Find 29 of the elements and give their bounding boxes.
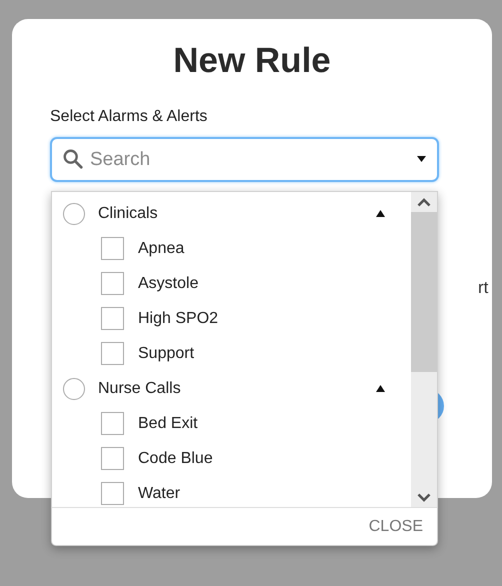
collapse-caret-icon[interactable] [376, 385, 385, 392]
dialog-title: New Rule [172, 41, 332, 81]
checkbox[interactable] [101, 237, 124, 260]
checkbox[interactable] [101, 412, 124, 435]
option-item[interactable]: Water [52, 476, 411, 507]
checkbox[interactable] [101, 307, 124, 330]
option-item[interactable]: Bed Exit [52, 406, 411, 441]
scrollbar[interactable] [411, 192, 437, 507]
option-item[interactable]: Asystole [52, 266, 411, 301]
checkbox[interactable] [101, 482, 124, 505]
radio-button[interactable] [63, 202, 85, 224]
radio-button[interactable] [63, 378, 85, 400]
checkbox[interactable] [101, 272, 124, 295]
option-item[interactable]: Code Blue [52, 441, 411, 476]
checkbox[interactable] [101, 342, 124, 365]
search-field[interactable]: Search [50, 137, 439, 182]
label-text: rt [478, 278, 488, 298]
option-item[interactable]: Support [52, 336, 411, 371]
group-option[interactable]: Nurse Calls [52, 371, 411, 406]
checkbox[interactable] [101, 447, 124, 470]
collapse-caret-icon[interactable] [376, 210, 385, 217]
search-icon [62, 148, 84, 170]
dropdown-caret-icon[interactable] [417, 156, 426, 162]
close-button[interactable]: CLOSE [366, 516, 425, 538]
option-item[interactable]: High SPO2 [52, 301, 411, 336]
field-label: Select Alarms & Alerts [50, 107, 208, 127]
option-item[interactable]: Apnea [52, 231, 411, 266]
scroll-thumb[interactable] [411, 212, 437, 372]
group-option[interactable]: Clinicals [52, 196, 411, 231]
